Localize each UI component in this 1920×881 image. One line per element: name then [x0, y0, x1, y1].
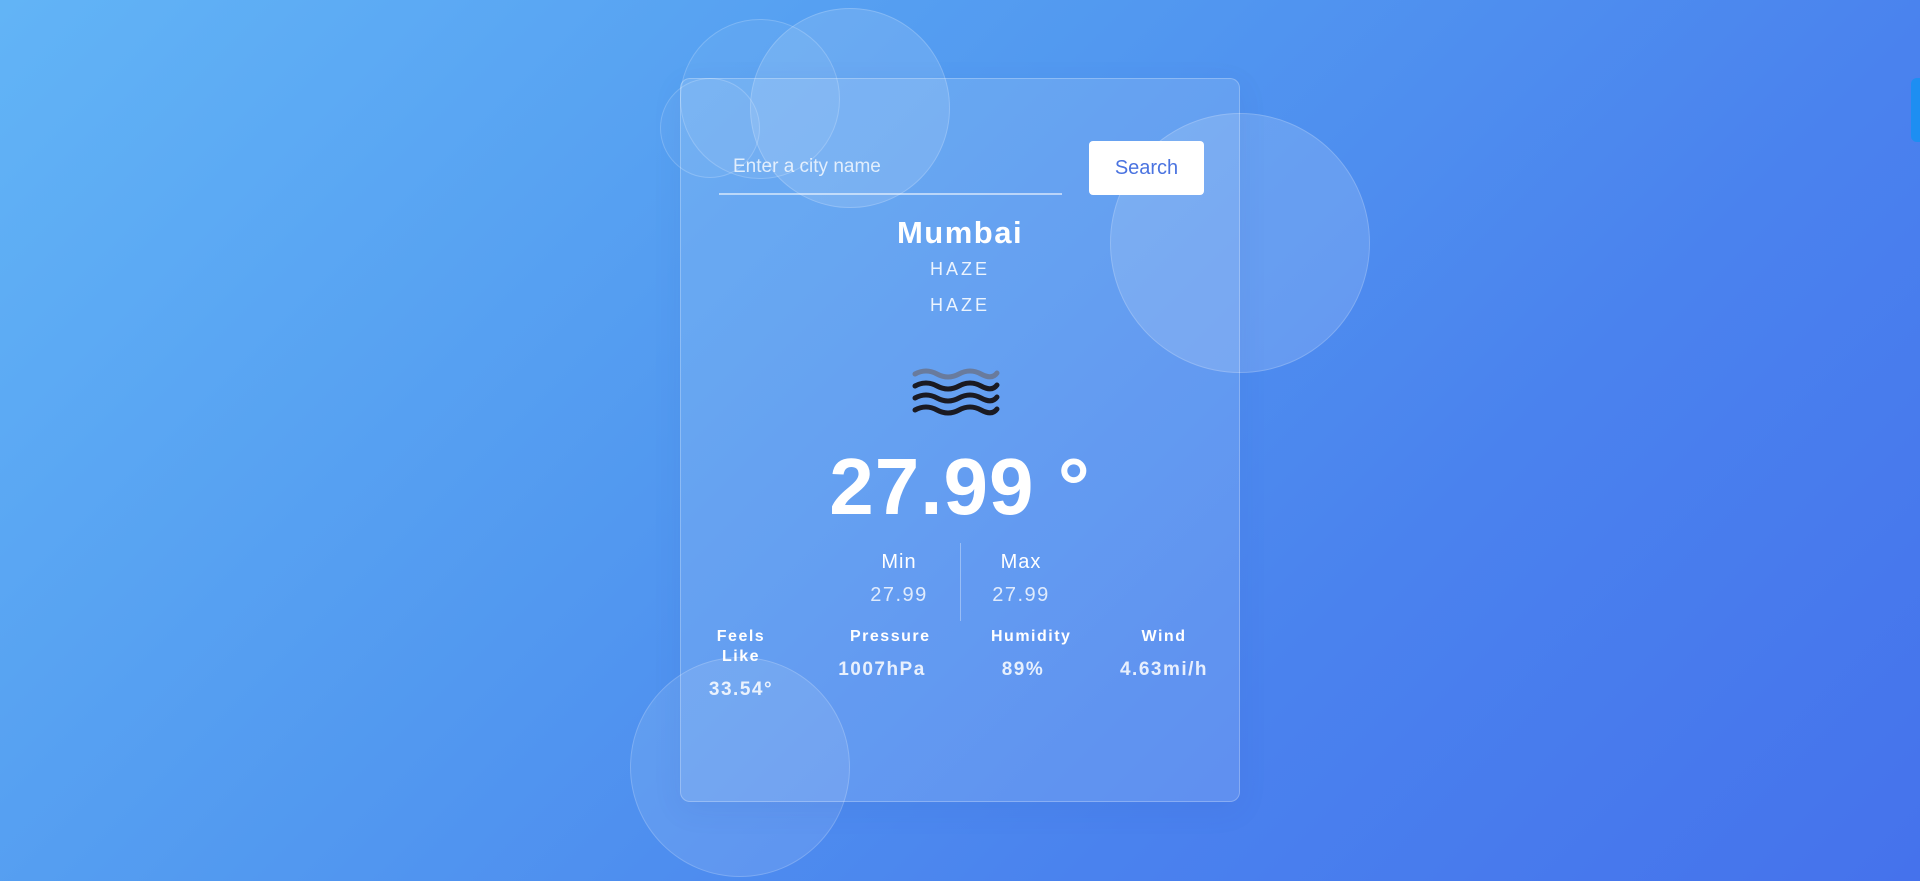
stat-value: 33.54° — [708, 679, 774, 700]
city-name: Mumbai — [896, 215, 1024, 250]
wind-stat: Wind 4.63mi/h — [1104, 627, 1224, 681]
stat-label: Pressure — [850, 628, 931, 645]
side-edge-tab[interactable] — [1911, 78, 1920, 142]
stat-value: 1007hPa — [838, 659, 926, 680]
stat-label: Wind — [1141, 628, 1187, 645]
min-temperature: Min 27.99 — [839, 543, 959, 607]
search-button[interactable]: Search — [1089, 141, 1204, 195]
min-label: Min — [881, 551, 917, 573]
max-value: 27.99 — [992, 584, 1050, 606]
weather-description: HAZE — [929, 295, 990, 315]
search-bar: Search — [719, 141, 1204, 195]
min-max-section: Min 27.99 Max 27.99 — [681, 543, 1239, 623]
stat-value: 4.63mi/h — [1119, 659, 1209, 680]
current-temperature: 27.99 ° — [829, 442, 1091, 531]
humidity-stat: Humidity 89% — [963, 627, 1083, 681]
city-search-input[interactable] — [719, 141, 1062, 195]
min-value: 27.99 — [870, 584, 928, 606]
stat-label: Feels Like — [716, 628, 766, 665]
feels-like-stat: Feels Like 33.54° — [681, 627, 801, 701]
weather-card: Search Mumbai HAZE HAZE 27.99 ° Min 27.9… — [680, 78, 1240, 802]
max-label: Max — [1000, 551, 1042, 573]
pressure-stat: Pressure 1007hPa — [822, 627, 942, 681]
haze-icon — [912, 368, 1000, 416]
stat-label: Humidity — [991, 628, 1072, 645]
weather-condition: HAZE — [929, 259, 990, 279]
weather-details: Feels Like 33.54° Pressure 1007hPa Humid… — [681, 627, 1239, 717]
max-temperature: Max 27.99 — [961, 543, 1081, 607]
stat-value: 89% — [1001, 659, 1045, 680]
